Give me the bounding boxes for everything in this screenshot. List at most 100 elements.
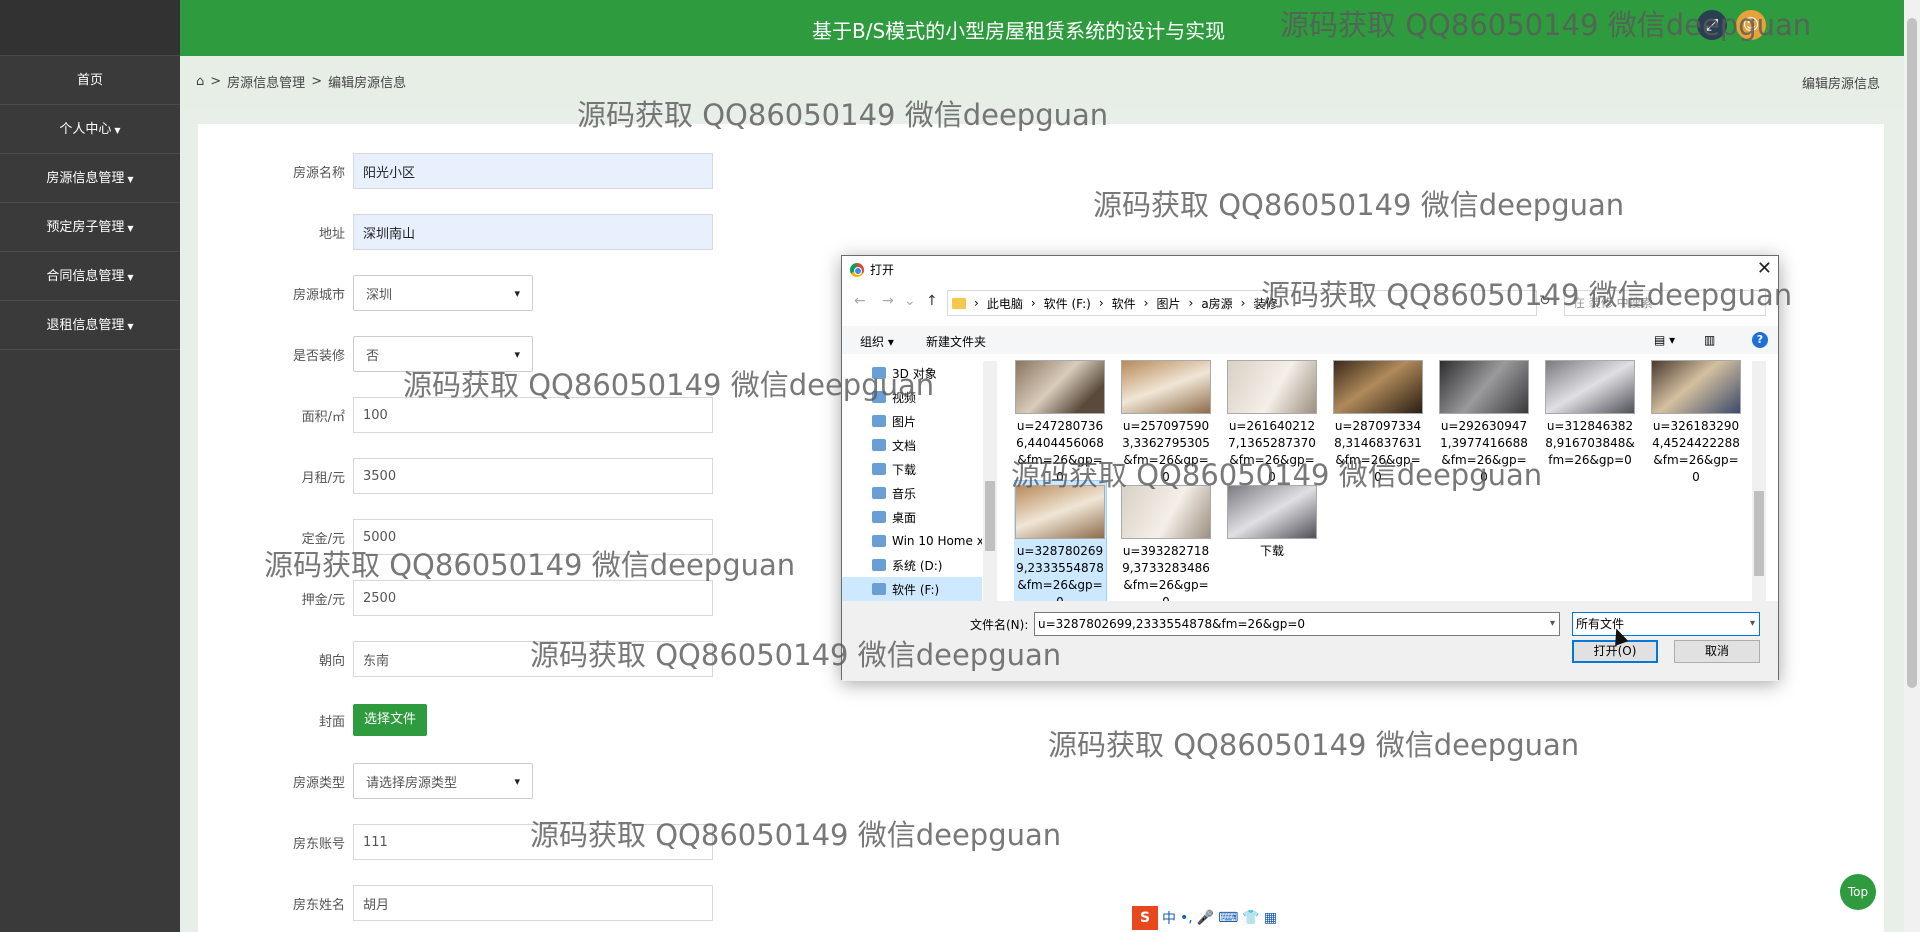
scrollbar-thumb[interactable] — [1907, 18, 1917, 688]
file-item[interactable]: u=2570975903,3362795305&fm=26&gp=0 — [1120, 358, 1212, 486]
file-item[interactable]: u=2616402127,1365287370&fm=26&gp=0 — [1226, 358, 1318, 486]
area-label: 面积/㎡ — [301, 409, 345, 425]
city-select-value: 深圳 — [366, 287, 393, 303]
choose-file-button[interactable]: 选择文件 — [353, 704, 428, 736]
sidebar-item-checkout[interactable]: 退租信息管理 ▼ — [0, 301, 180, 350]
orientation-field[interactable]: 东南 — [353, 641, 713, 677]
sidebar-item-personal[interactable]: 个人中心 ▼ — [0, 105, 180, 154]
path-segment[interactable]: 装修 — [1253, 295, 1277, 312]
back-to-top-button[interactable]: Top — [1840, 874, 1876, 910]
path-segment[interactable]: 此电脑 — [987, 295, 1023, 312]
apps-icon[interactable]: ▦ — [1264, 910, 1277, 926]
path-segment[interactable]: 图片 — [1156, 295, 1180, 312]
tree-item[interactable]: 桌面 — [842, 505, 982, 529]
name-field[interactable]: 阳光小区 — [353, 153, 713, 189]
file-item[interactable]: u=2870973348,3146837631&fm=26&gp=0 — [1332, 358, 1424, 486]
chevron-down-icon: ▾ — [514, 347, 520, 361]
file-name: u=3932827189,3733283486&fm=26&gp=0 — [1122, 544, 1210, 601]
filetype-select[interactable]: 所有文件 ▾ — [1572, 612, 1760, 636]
breadcrumb-sep: > — [311, 74, 323, 89]
scrollbar-thumb[interactable] — [1754, 491, 1764, 576]
view-options-icon[interactable]: ▤ ▾ — [1654, 333, 1675, 347]
close-icon[interactable]: ✕ — [1757, 258, 1772, 279]
path-segment[interactable]: 软件 — [1112, 295, 1136, 312]
form-row-landlord-account: 房东账号 111 — [198, 822, 713, 862]
up-arrow-icon[interactable]: ↑ — [926, 293, 938, 309]
sidebar-item-booking[interactable]: 预定房子管理 ▼ — [0, 203, 180, 252]
file-item[interactable]: u=3128463828,916703848&fm=26&gp=0 — [1544, 358, 1636, 469]
path-segment[interactable]: 软件 (F:) — [1044, 295, 1091, 312]
microphone-icon[interactable]: 🎤 — [1197, 910, 1214, 926]
chevron-down-icon[interactable]: ▾ — [1550, 613, 1555, 635]
back-arrow-icon[interactable]: ← — [854, 293, 866, 309]
history-chevron-icon[interactable]: ⌄ — [904, 293, 916, 309]
page-scrollbar[interactable] — [1904, 0, 1920, 932]
organize-menu[interactable]: 组织 ▾ — [860, 333, 894, 350]
file-item[interactable]: u=3932827189,3733283486&fm=26&gp=0 — [1120, 481, 1212, 601]
address-row: ← → ⌄ ↑ › 此电脑 › 软件 (F:) › 软件 › 图片 › a房源 … — [842, 289, 1778, 317]
file-item[interactable]: u=2926309471,3977416688&fm=26&gp=0 — [1438, 358, 1530, 486]
path-segment[interactable]: a房源 — [1201, 295, 1232, 312]
tree-item[interactable]: 3D 对象 — [842, 361, 982, 385]
file-grid: u=2472807366,4404456068&fm=26&gp=0 u=257… — [1014, 358, 1754, 601]
home-icon[interactable]: ⌂ — [196, 74, 204, 89]
dialog-footer: 文件名(N): u=3287802699,2333554878&fm=26&gp… — [842, 601, 1778, 681]
new-folder-button[interactable]: 新建文件夹 — [926, 333, 986, 350]
tree-item[interactable]: Win 10 Home x — [842, 529, 982, 553]
sidebar-item-label: 退租信息管理 — [46, 318, 125, 333]
breadcrumb-level1[interactable]: 房源信息管理 — [227, 72, 305, 91]
help-icon[interactable]: ? — [1752, 332, 1768, 348]
avatar[interactable]: ☺ — [1736, 10, 1766, 40]
caret-down-icon: ▼ — [127, 322, 134, 331]
file-name: u=2616402127,1365287370&fm=26&gp=0 — [1228, 419, 1316, 484]
file-name: u=2570975903,3362795305&fm=26&gp=0 — [1122, 419, 1210, 484]
decor-select[interactable]: 否 ▾ — [353, 336, 533, 372]
preview-pane-icon[interactable]: ▥ — [1704, 333, 1715, 347]
fullscreen-icon[interactable]: ⤢ — [1697, 10, 1727, 40]
filename-input[interactable]: u=3287802699,2333554878&fm=26&gp=0 ▾ — [1034, 612, 1560, 636]
forward-arrow-icon[interactable]: → — [882, 293, 894, 309]
cancel-button[interactable]: 取消 — [1674, 640, 1760, 663]
ime-mode[interactable]: 中 — [1162, 908, 1176, 928]
refresh-icon[interactable]: ↻ — [1539, 293, 1551, 309]
pledge-field[interactable]: 2500 — [353, 580, 713, 616]
city-select[interactable]: 深圳 ▾ — [353, 275, 533, 311]
address-field[interactable]: 深圳南山 — [353, 214, 713, 250]
tree-item[interactable]: 系统 (D:) — [842, 553, 982, 577]
sidebar-item-listings[interactable]: 房源信息管理 ▼ — [0, 154, 180, 203]
tree-item[interactable]: 软件 (F:) — [842, 577, 982, 601]
landlord-name-field[interactable]: 胡月 — [353, 885, 713, 921]
file-item[interactable]: u=2472807366,4404456068&fm=26&gp=0 — [1014, 358, 1106, 486]
file-item[interactable]: u=3261832904,4524422288&fm=26&gp=0 — [1650, 358, 1742, 486]
tree-item[interactable]: 下载 — [842, 457, 982, 481]
address-bar[interactable]: › 此电脑 › 软件 (F:) › 软件 › 图片 › a房源 › 装修 — [947, 290, 1537, 316]
tree-item[interactable]: 文档 — [842, 433, 982, 457]
tree-item[interactable]: 图片 — [842, 409, 982, 433]
rent-field[interactable]: 3500 — [353, 458, 713, 494]
file-name: u=2926309471,3977416688&fm=26&gp=0 — [1440, 419, 1528, 484]
desktop-icon — [872, 511, 886, 523]
ime-punct[interactable]: •, — [1180, 910, 1193, 926]
type-select[interactable]: 请选择房源类型 ▾ — [353, 763, 533, 799]
file-item[interactable]: 下载 — [1226, 481, 1318, 560]
file-name: u=2870973348,3146837631&fm=26&gp=0 — [1334, 419, 1422, 484]
area-field[interactable]: 100 — [353, 397, 713, 433]
keyboard-icon[interactable]: ⌨ — [1218, 910, 1238, 926]
sidebar-item-home[interactable]: 首页 — [0, 56, 180, 105]
scrollbar-thumb[interactable] — [985, 481, 995, 551]
search-input[interactable]: 在 装修 中搜索 — [1564, 290, 1766, 316]
files-scrollbar[interactable] — [1752, 361, 1766, 601]
tree-scrollbar[interactable] — [983, 361, 997, 601]
ime-toolbar[interactable]: S 中 •, 🎤 ⌨ 👕 ▦ — [1128, 906, 1282, 930]
deposit-field[interactable]: 5000 — [353, 519, 713, 555]
chevron-down-icon: ▾ — [514, 774, 520, 788]
sidebar-item-contract[interactable]: 合同信息管理 ▼ — [0, 252, 180, 301]
tree-item[interactable]: 视频 — [842, 385, 982, 409]
skin-icon[interactable]: 👕 — [1242, 910, 1259, 926]
sidebar-item-label: 个人中心 — [59, 122, 112, 137]
landlord-account-field[interactable]: 111 — [353, 824, 713, 860]
file-item-selected[interactable]: u=3287802699,2333554878&fm=26&gp=0 — [1014, 480, 1107, 601]
form-row-deposit: 定金/元 5000 — [198, 517, 713, 557]
tree-item[interactable]: 音乐 — [842, 481, 982, 505]
name-label: 房源名称 — [292, 165, 345, 181]
